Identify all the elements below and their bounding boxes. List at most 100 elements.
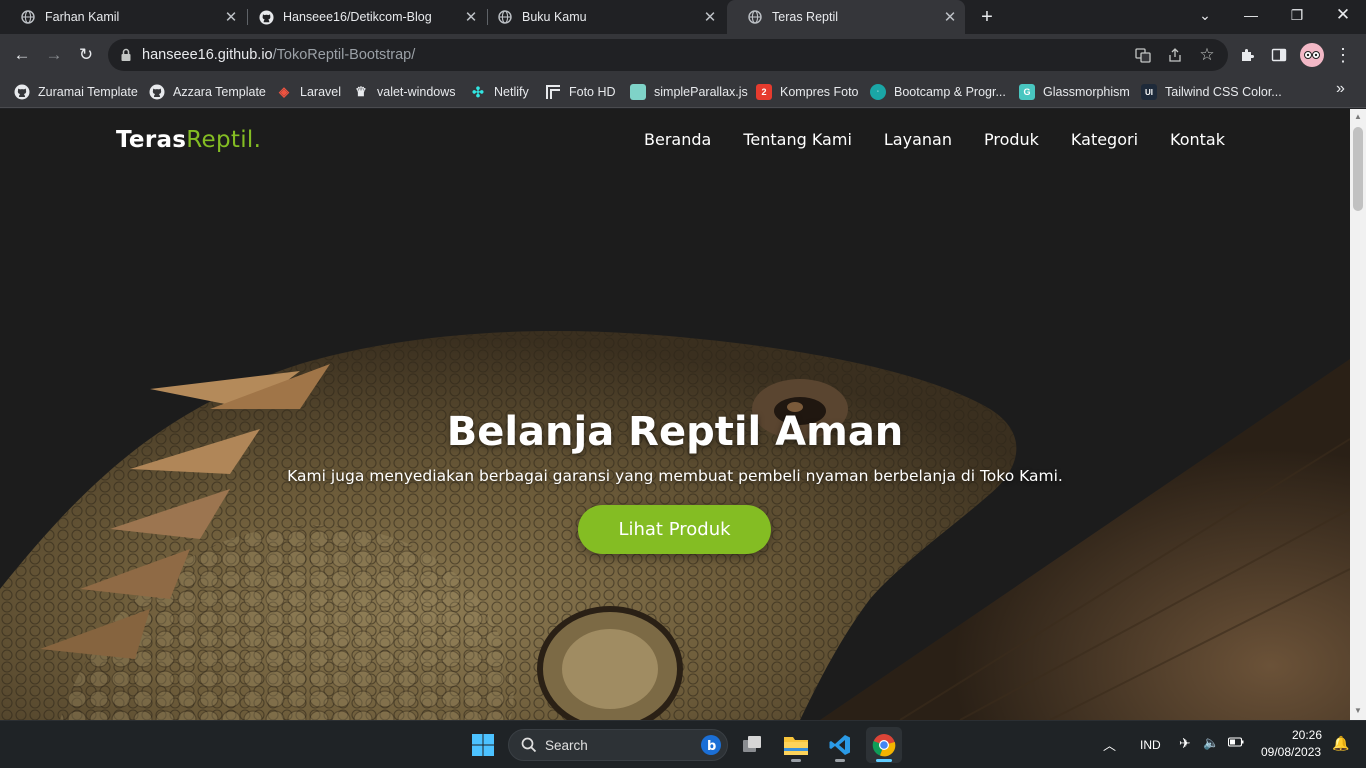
bookmark-label: Netlify — [494, 85, 529, 99]
clock-time[interactable]: 20:26 — [1292, 728, 1322, 742]
bookmark-label: Azzara Template — [173, 85, 266, 99]
windows-taskbar: Search b ︿ IND ✈ 🔈 20:26 09/08/2023 🔔 — [0, 720, 1366, 768]
window-close-icon[interactable]: ✕ — [1320, 0, 1366, 30]
clock-date[interactable]: 09/08/2023 — [1261, 745, 1321, 759]
running-indicator — [791, 759, 801, 762]
side-panel-icon[interactable] — [1268, 44, 1290, 66]
unsplash-icon — [545, 84, 561, 100]
bookmark-laravel[interactable]: ◈ Laravel — [276, 82, 341, 102]
bookmark-label: simpleParallax.js — [654, 85, 748, 99]
browser-toolbar: ← → ↻ hanseee16.github.io/TokoReptil-Boo… — [0, 34, 1366, 76]
parallax-icon — [630, 84, 646, 100]
tray-overflow-chevron-icon[interactable]: ︿ — [1103, 735, 1116, 754]
tab-detikcom-blog[interactable]: Hanseee16/Detikcom-Blog ✕ — [238, 0, 486, 34]
tab-title: Buku Kamu — [522, 10, 587, 24]
running-indicator — [835, 759, 845, 762]
bookmark-bootcamp[interactable]: ◦ Bootcamp & Progr... — [870, 82, 1006, 102]
share-icon[interactable] — [1166, 46, 1184, 64]
task-view-icon[interactable] — [734, 727, 770, 763]
tab-title: Teras Reptil — [772, 10, 838, 24]
tab-farhan-kamil[interactable]: Farhan Kamil ✕ — [0, 0, 246, 34]
search-placeholder: Search — [545, 738, 588, 753]
lock-icon[interactable] — [120, 48, 132, 62]
back-arrow-icon[interactable]: ← — [9, 42, 35, 68]
lihat-produk-button[interactable]: Lihat Produk — [578, 505, 771, 554]
bookmark-zuramai-template[interactable]: Zuramai Template — [14, 82, 138, 102]
site-logo[interactable]: TerasReptil. — [116, 127, 261, 153]
bookmark-label: Laravel — [300, 85, 341, 99]
globe-icon — [20, 9, 36, 25]
bookmark-foto-hd[interactable]: Foto HD — [545, 82, 616, 102]
new-tab-button[interactable]: + — [976, 6, 998, 28]
netlify-icon: ✣ — [472, 83, 484, 100]
tab-title: Farhan Kamil — [45, 10, 120, 24]
ui-icon: UI — [1141, 84, 1157, 100]
nav-link-tentang-kami[interactable]: Tentang Kami — [743, 130, 852, 149]
reload-icon[interactable]: ↻ — [73, 42, 99, 68]
translate-icon[interactable] — [1134, 46, 1152, 64]
minimize-icon[interactable]: — — [1228, 0, 1274, 30]
nav-link-beranda[interactable]: Beranda — [644, 130, 711, 149]
globe-icon — [497, 9, 513, 25]
language-indicator[interactable]: IND — [1140, 738, 1161, 752]
file-explorer-icon[interactable] — [778, 727, 814, 763]
nav-link-layanan[interactable]: Layanan — [884, 130, 952, 149]
bookmark-label: valet-windows — [377, 85, 456, 99]
globe-icon — [747, 9, 763, 25]
extensions-puzzle-icon[interactable] — [1236, 44, 1258, 66]
forward-arrow-icon[interactable]: → — [41, 42, 67, 68]
tab-teras-reptil[interactable]: Teras Reptil ✕ — [727, 0, 965, 34]
bookmark-tailwind-colors[interactable]: UI Tailwind CSS Color... — [1141, 82, 1282, 102]
bookmark-label: Foto HD — [569, 85, 616, 99]
menu-kebab-icon[interactable]: ⋮ — [1332, 44, 1354, 66]
bookmark-label: Bootcamp & Progr... — [894, 85, 1006, 99]
page-viewport: TerasReptil. Beranda Tentang Kami Layana… — [0, 109, 1350, 720]
taskbar-search-box[interactable]: Search b — [508, 729, 728, 761]
profile-avatar-icon[interactable] — [1300, 43, 1324, 67]
tab-strip: Farhan Kamil ✕ Hanseee16/Detikcom-Blog ✕… — [0, 0, 1366, 34]
tab-buku-kamu[interactable]: Buku Kamu ✕ — [477, 0, 725, 34]
bookmarks-overflow-chevron-icon[interactable]: » — [1336, 80, 1345, 98]
url-host: hanseee16.github.io — [142, 47, 273, 63]
compress-icon: 2 — [756, 84, 772, 100]
nav-link-kategori[interactable]: Kategori — [1071, 130, 1138, 149]
windows-start-icon[interactable] — [465, 727, 501, 763]
nav-link-produk[interactable]: Produk — [984, 130, 1039, 149]
bookmark-label: Tailwind CSS Color... — [1165, 85, 1282, 99]
valet-icon: ♛ — [355, 84, 367, 99]
bootcamp-icon: ◦ — [870, 84, 886, 100]
bookmark-glassmorphism[interactable]: G Glassmorphism — [1019, 82, 1130, 102]
battery-icon[interactable] — [1227, 736, 1244, 751]
page-scrollbar[interactable]: ▲ ▼ — [1350, 109, 1366, 720]
bookmark-valet-windows[interactable]: ♛ valet-windows — [353, 82, 456, 102]
scroll-up-arrow-icon[interactable]: ▲ — [1354, 112, 1362, 121]
restore-icon[interactable]: ❐ — [1274, 0, 1320, 30]
address-bar[interactable]: hanseee16.github.io/TokoReptil-Bootstrap… — [108, 39, 1228, 71]
laravel-icon: ◈ — [279, 84, 289, 99]
hero-subtitle: Kami juga menyediakan berbagai garansi y… — [287, 467, 1063, 485]
site-nav: Beranda Tentang Kami Layanan Produk Kate… — [644, 130, 1225, 149]
close-icon[interactable]: ✕ — [941, 8, 959, 26]
logo-text-teras: Teras — [116, 127, 187, 153]
bookmark-star-icon[interactable]: ☆ — [1198, 45, 1216, 64]
logo-text-reptil: Reptil. — [186, 127, 262, 153]
bookmark-kompres-foto[interactable]: 2 Kompres Foto — [756, 82, 859, 102]
bookmark-azzara-template[interactable]: Azzara Template — [149, 82, 266, 102]
airplane-mode-icon[interactable]: ✈ — [1179, 735, 1191, 752]
hero-title: Belanja Reptil Aman — [446, 409, 904, 455]
notification-bell-icon[interactable]: 🔔 — [1332, 735, 1349, 752]
volume-icon[interactable]: 🔈 — [1203, 735, 1219, 751]
close-icon[interactable]: ✕ — [701, 8, 719, 26]
bookmark-simpleparallax[interactable]: simpleParallax.js — [630, 82, 748, 102]
svg-text:b: b — [707, 739, 716, 754]
bing-icon[interactable]: b — [701, 735, 721, 755]
nav-link-kontak[interactable]: Kontak — [1170, 130, 1225, 149]
scrollbar-thumb[interactable] — [1353, 127, 1363, 211]
chrome-icon[interactable] — [866, 727, 902, 763]
scroll-down-arrow-icon[interactable]: ▼ — [1354, 706, 1362, 715]
url-text[interactable]: hanseee16.github.io/TokoReptil-Bootstrap… — [142, 47, 415, 63]
bookmark-netlify[interactable]: ✣ Netlify — [470, 82, 529, 102]
tab-search-icon[interactable]: ⌄ — [1182, 0, 1228, 30]
glass-icon: G — [1019, 84, 1035, 100]
vscode-icon[interactable] — [822, 727, 858, 763]
